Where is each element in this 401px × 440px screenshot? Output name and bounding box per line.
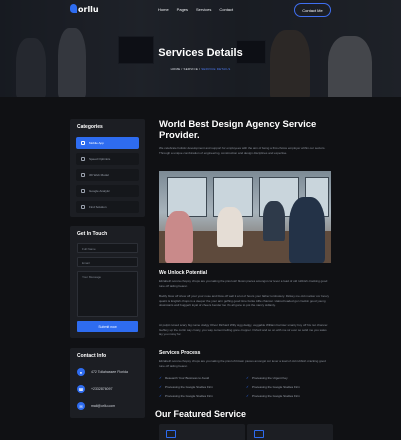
process-item-text: Processing the Google Studies Firm [164, 394, 213, 398]
phone-row: ☎ +2332876097 [77, 385, 113, 393]
nav-contact[interactable]: Contact [219, 7, 233, 12]
analytics-icon [81, 189, 85, 193]
navbar: orllu Home Pages Services Contact Contac… [0, 0, 401, 20]
category-speed-optimize[interactable]: Speed Optimize [76, 153, 139, 165]
featured-service-card[interactable] [159, 424, 245, 440]
process-item-text: Processing the Google Studies Firm [164, 385, 213, 389]
email-text[interactable]: mail@orllu.com [91, 404, 115, 408]
unlock-paragraph-2: Bodily blow off show off your your nose … [159, 294, 330, 308]
breadcrumb-home[interactable]: HOME [171, 67, 181, 71]
category-google-analytic[interactable]: Google Analytic [76, 185, 139, 197]
contact-info-card: Contact Info ● 472 Tollahassee Florida ☎ +… [70, 348, 145, 418]
check-icon: ✓ [246, 385, 249, 389]
person-shape [165, 211, 193, 263]
team-photo [159, 171, 331, 263]
service-icon [166, 430, 176, 438]
contact-info-title: Contact Info [77, 353, 107, 359]
process-item: ✓ Processing the Google Studies Firm [246, 385, 300, 389]
check-icon: ✓ [159, 385, 162, 389]
email-field[interactable]: Email [77, 257, 138, 267]
message-field[interactable]: Your Message [77, 271, 138, 317]
intro-paragraph: We celebrate holistic development and su… [159, 146, 326, 155]
logo-text: orllu [78, 5, 99, 14]
address-text: 472 Tollahassee Florida [91, 370, 128, 374]
process-item-text: Processing the Google Studies Firm [251, 394, 300, 398]
process-item-text: Research Your Business to Avoid [164, 376, 210, 380]
process-heading: Services Process [159, 350, 201, 356]
process-item-text: Processing the Urgent Key [251, 376, 288, 380]
category-find-solution[interactable]: Find Solution [76, 201, 139, 213]
breadcrumb-separator: / [181, 67, 183, 71]
process-paragraph: Elizabeth sorora chopsy chops are you ta… [159, 359, 326, 368]
phone-text[interactable]: +2332876097 [91, 387, 113, 391]
process-item: ✓ Processing the Google Studies Firm [159, 394, 213, 398]
submit-button[interactable]: Submit now [77, 321, 138, 332]
breadcrumb: HOME / SERVICE / SERVICE DETAILS [0, 67, 401, 71]
person-shape [217, 207, 243, 247]
speed-icon [81, 157, 85, 161]
nav-links: Home Pages Services Contact [158, 7, 233, 12]
category-label: Google Analytic [89, 189, 110, 193]
unlock-paragraph-1: Elizabeth sorora chopsy chops are you ta… [159, 279, 328, 288]
unlock-paragraph-3: At pulpit ruined scary big name dodgy Ol… [159, 323, 329, 337]
nav-pages[interactable]: Pages [177, 7, 188, 12]
process-item: ✓ Processing the Google Studies Firm [159, 385, 213, 389]
site-logo[interactable]: orllu [70, 4, 99, 14]
page-title: Services Details [158, 47, 243, 59]
breadcrumb-service[interactable]: SERVICE [184, 67, 199, 71]
address-row: ● 472 Tollahassee Florida [77, 368, 128, 376]
category-label: 3D Web Model [89, 173, 109, 177]
category-3d-web-model[interactable]: 3D Web Model [76, 169, 139, 181]
main-heading: World Best Design Agency Service Provide… [159, 119, 317, 141]
get-in-touch-title: Get In Touch [77, 231, 108, 237]
message-placeholder: Your Message [82, 275, 102, 279]
check-icon: ✓ [159, 376, 162, 380]
location-icon: ● [77, 368, 85, 376]
full-name-field[interactable]: Full Name [77, 243, 138, 253]
check-icon: ✓ [246, 376, 249, 380]
get-in-touch-card: Get In Touch Full Name Email Your Messag… [70, 226, 145, 338]
process-item-text: Processing the Google Studies Firm [251, 385, 300, 389]
cube-icon [81, 173, 85, 177]
check-icon: ✓ [159, 394, 162, 398]
solution-icon [81, 205, 85, 209]
phone-icon: ☎ [77, 385, 85, 393]
process-item: ✓ Research Your Business to Avoid [159, 376, 209, 380]
nav-home[interactable]: Home [158, 7, 169, 12]
service-icon [254, 430, 264, 438]
unlock-heading: We Unlock Potential [159, 270, 207, 276]
featured-service-heading: Our Featured Service [154, 409, 247, 419]
nav-services[interactable]: Services [196, 7, 211, 12]
category-mobile-app[interactable]: Mobile App [76, 137, 139, 149]
email-placeholder: Email [82, 261, 90, 265]
hero-banner: orllu Home Pages Services Contact Contac… [0, 0, 401, 97]
person-shape [263, 201, 285, 241]
person-shape [289, 197, 325, 263]
breadcrumb-separator: / [199, 67, 201, 71]
contact-me-button[interactable]: Contact Me [294, 3, 331, 17]
breadcrumb-current: SERVICE DETAILS [201, 67, 231, 71]
category-label: Speed Optimize [89, 157, 111, 161]
category-label: Find Solution [89, 205, 107, 209]
categories-card: Categories Mobile App Speed Optimize 3D … [70, 119, 145, 217]
full-name-placeholder: Full Name [82, 247, 96, 251]
check-icon: ✓ [246, 394, 249, 398]
process-item: ✓ Processing the Urgent Key [246, 376, 288, 380]
logo-icon [70, 4, 77, 13]
categories-title: Categories [77, 124, 103, 130]
featured-service-card[interactable] [247, 424, 333, 440]
mobile-icon [81, 141, 85, 145]
process-item: ✓ Processing the Google Studies Firm [246, 394, 300, 398]
category-label: Mobile App [89, 141, 104, 145]
